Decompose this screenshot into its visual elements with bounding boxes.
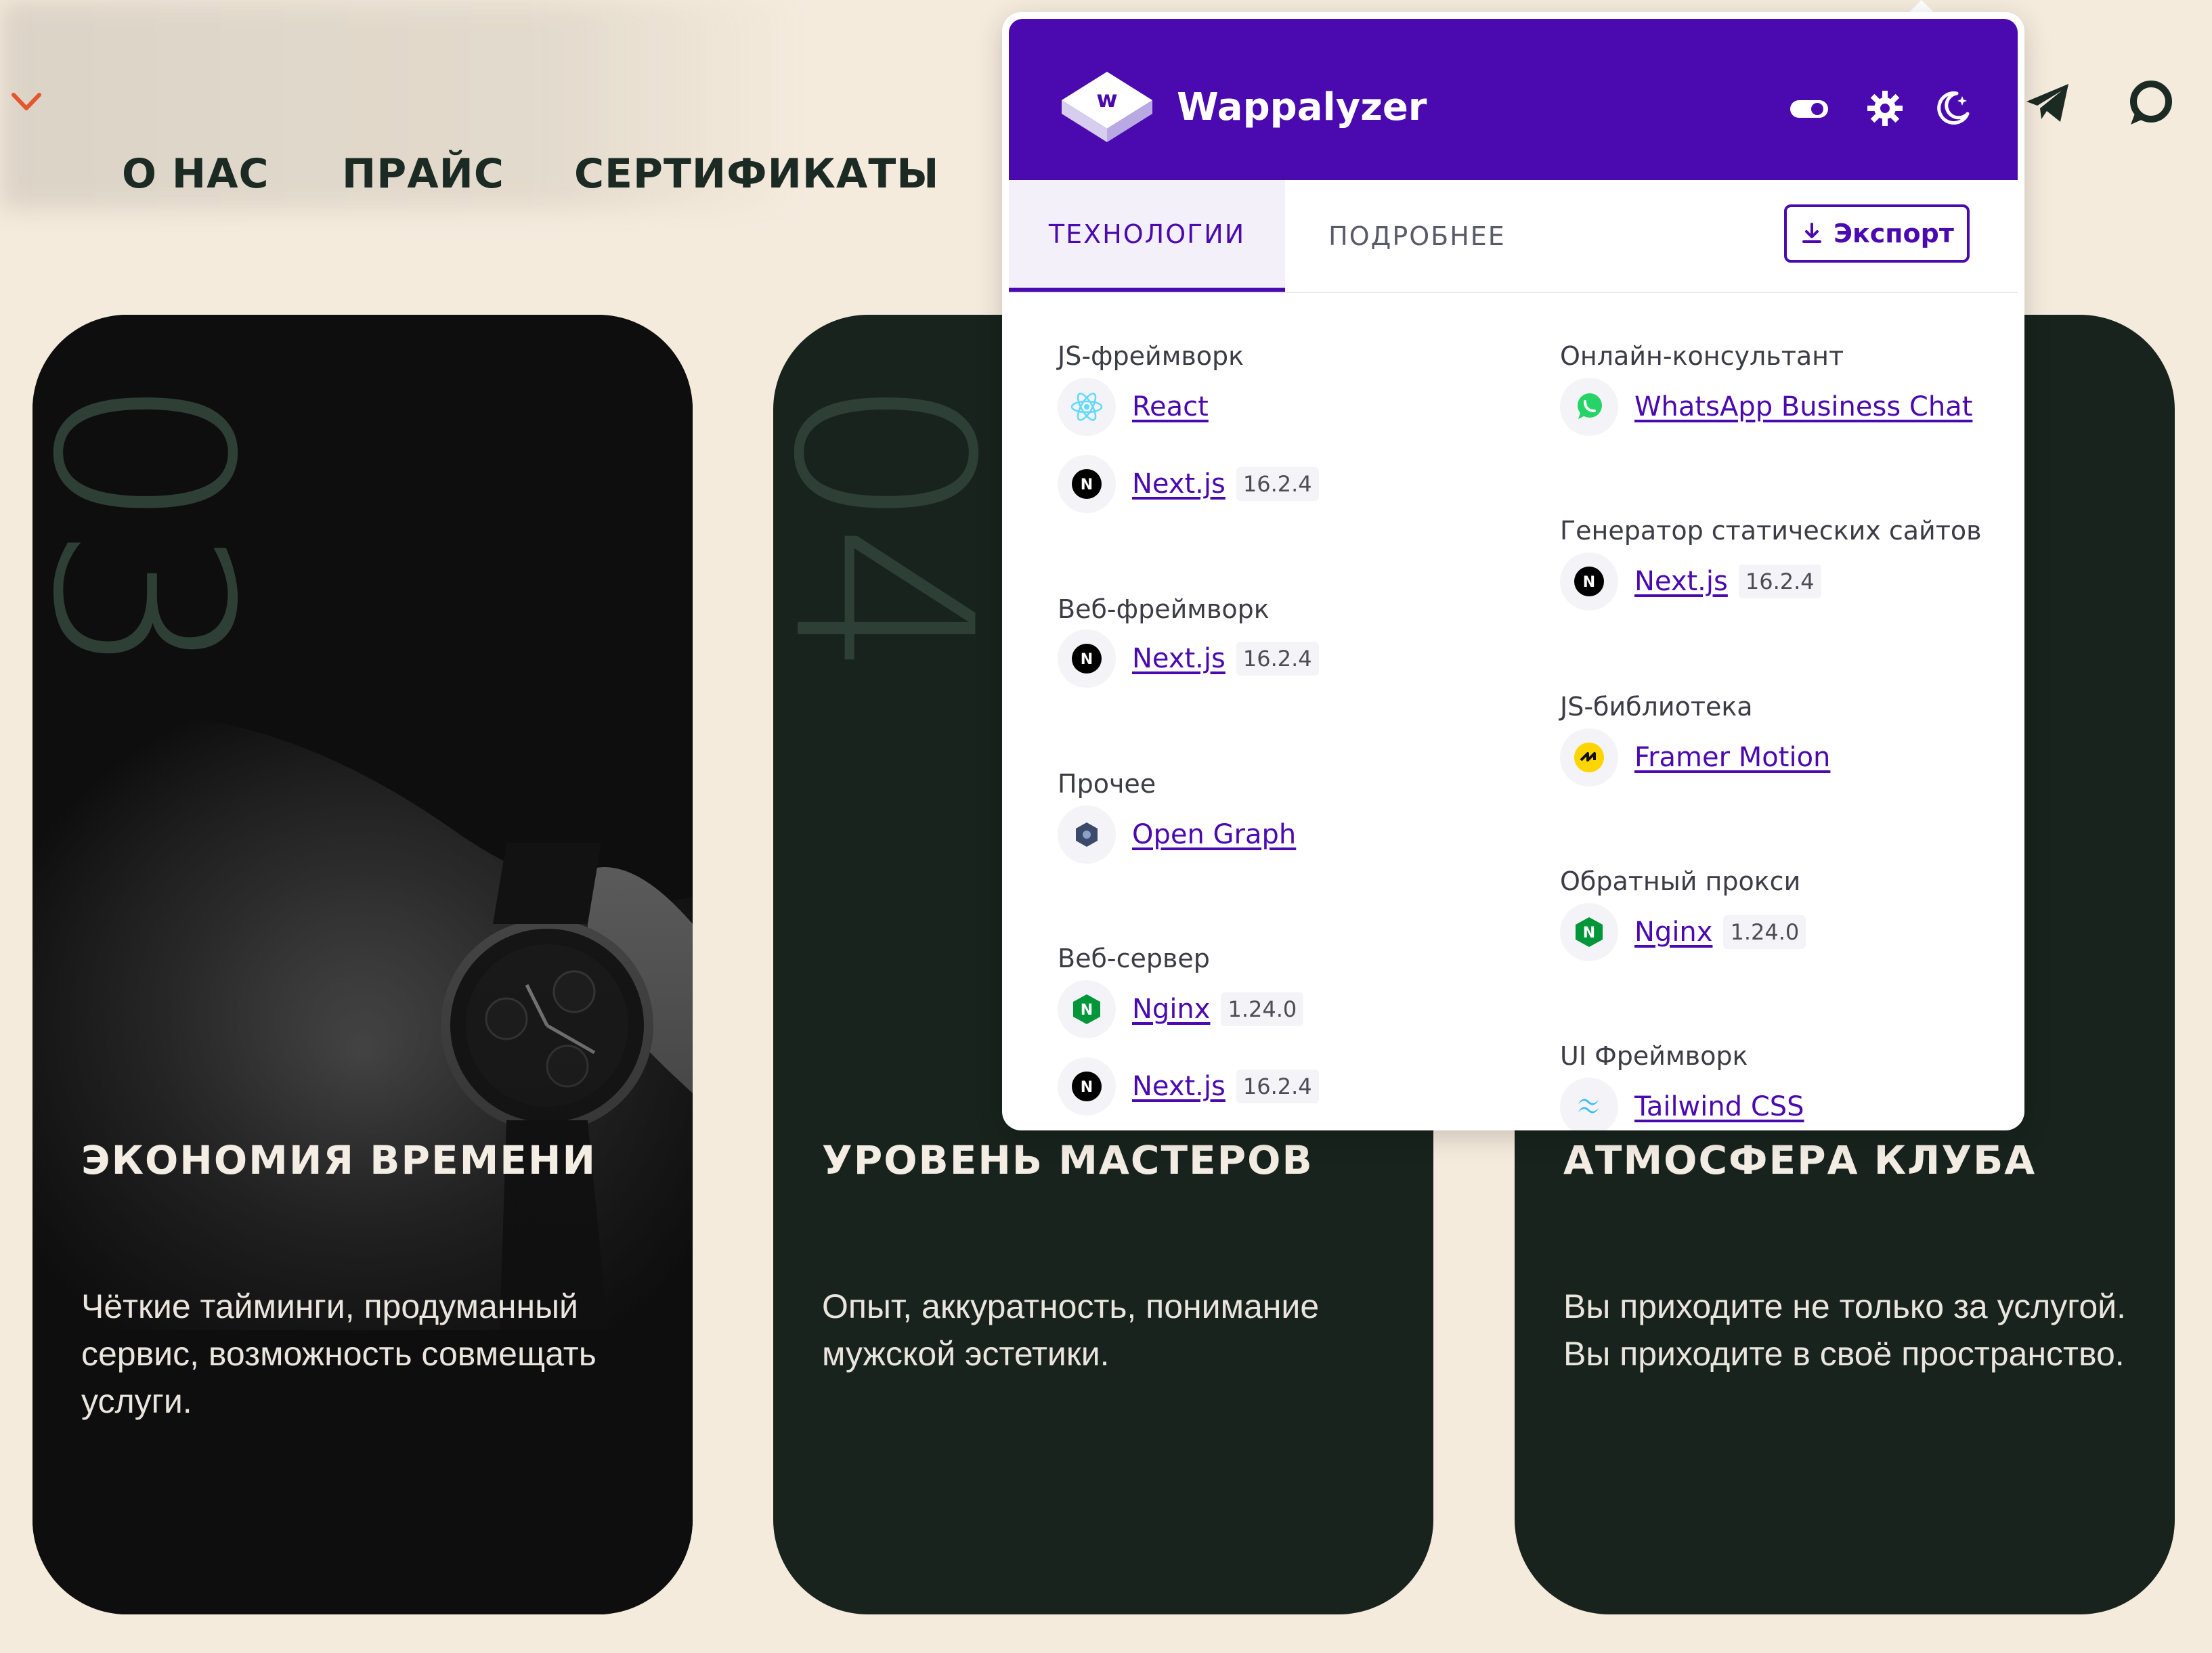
tab-details[interactable]: ПОДРОБНЕЕ [1285,180,1549,292]
export-label: Экспорт [1834,219,1954,248]
react-icon [1058,378,1116,436]
category-heading: Обратный прокси [1560,866,1801,896]
nav-about-link[interactable]: О НАС [122,150,269,198]
tech-item[interactable]: Tailwind CSS [1560,1078,1804,1130]
tech-item[interactable]: WhatsApp Business Chat [1560,378,1972,436]
download-icon [1802,223,1822,243]
svg-text:w: w [1096,86,1117,113]
nginx-icon: N [1560,903,1618,961]
chat-bubble-icon[interactable] [2123,76,2177,130]
tech-link[interactable]: Nginx [1132,994,1210,1025]
tech-link[interactable]: WhatsApp Business Chat [1634,391,1972,422]
category-heading: Генератор статических сайтов [1560,516,1982,546]
popup-header: w Wappalyzer [1009,19,2018,180]
svg-text:N: N [1081,1079,1093,1096]
export-button[interactable]: Экспорт [1784,204,1970,263]
svg-text:N: N [1583,925,1595,942]
nextjs-icon: N [1058,1057,1116,1116]
tech-link[interactable]: Next.js [1132,1071,1226,1102]
gear-icon[interactable] [1863,87,1907,130]
tab-technologies[interactable]: ТЕХНОЛОГИИ [1009,180,1285,292]
category-heading: JS-библиотека [1560,692,1753,722]
tech-item[interactable]: N Next.js 16.2.4 [1058,1057,1319,1116]
tech-link[interactable]: Next.js [1132,643,1226,674]
tech-item[interactable]: N Next.js 16.2.4 [1560,552,1821,611]
popup-caret [1908,0,1935,14]
popup-brand-title: Wappalyzer [1177,85,1427,129]
card-number: 03 [32,376,283,673]
svg-text:N: N [1583,574,1595,591]
category-heading: UI Фреймворк [1560,1041,1748,1071]
nginx-icon: N [1058,980,1116,1038]
telegram-icon[interactable] [2021,76,2075,130]
category-heading: Веб-фреймворк [1058,594,1270,624]
version-badge: 1.24.0 [1723,915,1806,949]
wappalyzer-popup: w Wappalyzer ТЕХНОЛОГИИ ПОДРОБНЕЕ Экспор… [1002,12,2024,1130]
svg-text:N: N [1081,477,1093,493]
tech-item[interactable]: Open Graph [1058,806,1296,864]
tech-item[interactable]: N Nginx 1.24.0 [1058,980,1304,1038]
card-text: Чёткие тайминги, продуманный сервис, воз… [81,1287,597,1420]
dark-mode-moon-icon[interactable] [1931,87,1974,130]
tech-link[interactable]: Tailwind CSS [1634,1091,1804,1122]
tech-item[interactable]: Framer Motion [1560,728,1830,787]
tech-link[interactable]: Next.js [1132,468,1226,500]
svg-text:N: N [1081,651,1093,668]
version-badge: 16.2.4 [1236,467,1319,501]
version-badge: 1.24.0 [1221,992,1304,1026]
card-text: Вы приходите не только за услугой. Вы пр… [1563,1287,2127,1373]
tech-link[interactable]: React [1132,391,1209,422]
tech-item[interactable]: React [1058,378,1209,436]
version-badge: 16.2.4 [1738,565,1821,598]
open-graph-icon [1058,806,1116,864]
category-heading: Онлайн-консультант [1560,341,1844,371]
nav-certificates-link[interactable]: СЕРТИФИКАТЫ [574,150,939,198]
version-badge: 16.2.4 [1236,642,1319,676]
card-number: 04 [773,376,1024,673]
wappalyzer-logo-icon: w [1062,72,1152,142]
card-title: ЭКОНОМИЯ ВРЕМЕНИ [81,1137,597,1183]
toggle-icon[interactable] [1787,87,1831,130]
feature-card-time: 03 ЭКОНОМИЯ ВРЕМЕНИ Чёткие тайминги, про… [32,315,693,1614]
category-heading: JS-фреймворк [1058,341,1244,371]
popup-tabs: ТЕХНОЛОГИИ ПОДРОБНЕЕ Экспорт [1009,180,2018,293]
card-title: УРОВЕНЬ МАСТЕРОВ [822,1137,1314,1183]
nav-price-link[interactable]: ПРАЙС [342,150,504,198]
tech-item[interactable]: N Nginx 1.24.0 [1560,903,1806,961]
category-heading: Веб-сервер [1058,944,1210,973]
tech-link[interactable]: Framer Motion [1634,742,1830,773]
tech-link[interactable]: Nginx [1634,917,1712,948]
tech-item[interactable]: N Next.js 16.2.4 [1058,455,1319,513]
nextjs-icon: N [1058,455,1116,513]
nextjs-icon: N [1560,552,1618,611]
version-badge: 16.2.4 [1236,1070,1319,1103]
tech-link[interactable]: Open Graph [1132,819,1296,850]
framer-motion-icon [1560,728,1618,787]
category-heading: Прочее [1058,769,1156,799]
whatsapp-icon [1560,378,1618,436]
card-text: Опыт, аккуратность, понимание мужской эс… [822,1287,1320,1373]
tailwind-icon [1560,1078,1618,1130]
tech-link[interactable]: Next.js [1634,566,1728,597]
chevron-down-icon[interactable] [9,88,43,115]
tech-item[interactable]: N Next.js 16.2.4 [1058,630,1319,688]
card-title: АТМОСФЕРА КЛУБА [1563,1137,2037,1183]
svg-text:N: N [1081,1002,1093,1019]
nextjs-icon: N [1058,630,1116,688]
